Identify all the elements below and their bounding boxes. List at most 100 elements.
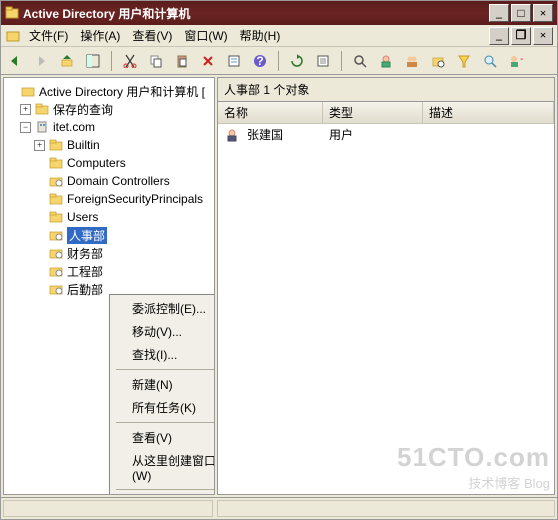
expand-icon[interactable]: +	[20, 104, 31, 115]
tree-saved-queries[interactable]: + 保存的查询	[6, 100, 212, 118]
status-cell-right	[217, 500, 555, 517]
expand-icon[interactable]: +	[34, 140, 45, 151]
ctx-delegate[interactable]: 委派控制(E)...	[112, 297, 215, 320]
find-objects-button[interactable]	[480, 51, 500, 71]
paste-button[interactable]	[172, 51, 192, 71]
column-headers: 名称 类型 描述	[218, 102, 554, 124]
window-title: Active Directory 用户和计算机	[23, 5, 489, 22]
menu-bar: 文件(F) 操作(A) 查看(V) 窗口(W) 帮助(H) _ ❐ ×	[1, 25, 557, 47]
mdi-close-button[interactable]: ×	[533, 27, 553, 45]
menu-action[interactable]: 操作(A)	[74, 25, 126, 46]
ctx-separator	[116, 422, 215, 423]
folder-icon	[48, 192, 64, 206]
export-list-button[interactable]	[313, 51, 333, 71]
tree-ou-eng[interactable]: 工程部	[6, 262, 212, 280]
list-pane: 人事部 1 个对象 名称 类型 描述 张建国 用户	[217, 77, 555, 495]
col-name[interactable]: 名称	[218, 102, 323, 123]
app-window: Active Directory 用户和计算机 _ □ × 文件(F) 操作(A…	[0, 0, 558, 520]
user-icon	[224, 128, 240, 142]
mdi-minimize-button[interactable]: _	[489, 27, 509, 45]
ctx-move[interactable]: 移动(V)...	[112, 320, 215, 343]
new-user-button[interactable]	[376, 51, 396, 71]
tree-ou-fin[interactable]: 财务部	[6, 244, 212, 262]
col-desc[interactable]: 描述	[423, 102, 554, 123]
help-button[interactable]: ?	[250, 51, 270, 71]
folder-icon	[48, 138, 64, 152]
ctx-all-tasks[interactable]: 所有任务(K)	[112, 396, 215, 419]
row-name: 张建国	[247, 126, 283, 143]
ctx-separator	[116, 489, 215, 490]
copy-button[interactable]	[146, 51, 166, 71]
refresh-button[interactable]	[287, 51, 307, 71]
filter-button[interactable]	[454, 51, 474, 71]
tree-domain[interactable]: − itet.com	[6, 118, 212, 136]
ou-icon	[48, 264, 64, 278]
status-bar	[1, 497, 557, 519]
ctx-view[interactable]: 查看(V)	[112, 426, 215, 449]
maximize-button[interactable]: □	[511, 4, 531, 22]
properties-button[interactable]	[224, 51, 244, 71]
delete-button[interactable]	[198, 51, 218, 71]
forward-button[interactable]	[31, 51, 51, 71]
ou-icon	[48, 282, 64, 296]
context-menu: 委派控制(E)... 移动(V)... 查找(I)... 新建(N) 所有任务(…	[109, 294, 215, 495]
tree-users[interactable]: Users	[6, 208, 212, 226]
tree-computers[interactable]: Computers	[6, 154, 212, 172]
ctx-new[interactable]: 新建(N)	[112, 373, 215, 396]
folder-icon	[48, 156, 64, 170]
tree-pane[interactable]: Active Directory 用户和计算机 [ + 保存的查询 − itet…	[3, 77, 215, 495]
new-group-button[interactable]	[402, 51, 422, 71]
list-row[interactable]: 张建国 用户	[218, 124, 554, 145]
ou-icon	[48, 228, 64, 242]
menu-file[interactable]: 文件(F)	[23, 25, 74, 46]
cut-button[interactable]	[120, 51, 140, 71]
find-button[interactable]	[350, 51, 370, 71]
minimize-button[interactable]: _	[489, 4, 509, 22]
tree-root[interactable]: Active Directory 用户和计算机 [	[6, 82, 212, 100]
show-tree-button[interactable]	[83, 51, 103, 71]
mmc-icon	[5, 28, 21, 44]
content-area: Active Directory 用户和计算机 [ + 保存的查询 − itet…	[1, 75, 557, 497]
row-type: 用户	[323, 126, 423, 143]
back-button[interactable]	[5, 51, 25, 71]
menu-view[interactable]: 查看(V)	[126, 25, 178, 46]
menu-window[interactable]: 窗口(W)	[178, 25, 233, 46]
tree-fsp[interactable]: ForeignSecurityPrincipals	[6, 190, 212, 208]
menu-help[interactable]: 帮助(H)	[234, 25, 287, 46]
new-ou-button[interactable]	[428, 51, 448, 71]
ou-icon	[48, 174, 64, 188]
svg-text:?: ?	[256, 54, 263, 68]
ctx-separator	[116, 369, 215, 370]
title-bar: Active Directory 用户和计算机 _ □ ×	[1, 1, 557, 25]
folder-icon	[48, 210, 64, 224]
close-button[interactable]: ×	[533, 4, 553, 22]
col-type[interactable]: 类型	[323, 102, 423, 123]
tree-ou-hr[interactable]: 人事部	[6, 226, 212, 244]
ctx-find[interactable]: 查找(I)...	[112, 343, 215, 366]
add-to-group-button[interactable]: +	[506, 51, 526, 71]
collapse-icon[interactable]: −	[20, 122, 31, 133]
ctx-new-window[interactable]: 从这里创建窗口(W)	[112, 449, 215, 486]
domain-icon	[34, 120, 50, 134]
list-grid[interactable]: 名称 类型 描述 张建国 用户	[217, 101, 555, 495]
svg-text:+: +	[520, 54, 523, 66]
toolbar-separator	[278, 51, 279, 71]
up-button[interactable]	[57, 51, 77, 71]
toolbar-separator	[111, 51, 112, 71]
window-controls: _ □ ×	[489, 4, 553, 22]
ou-icon	[48, 246, 64, 260]
toolbar: ? +	[1, 47, 557, 75]
mdi-restore-button[interactable]: ❐	[511, 27, 531, 45]
tree-root-label: Active Directory 用户和计算机 [	[39, 83, 205, 100]
list-header: 人事部 1 个对象	[217, 77, 555, 101]
tree-builtin[interactable]: + Builtin	[6, 136, 212, 154]
ctx-cut[interactable]: 剪切(T)	[112, 493, 215, 495]
tree-domain-controllers[interactable]: Domain Controllers	[6, 172, 212, 190]
ad-icon	[20, 84, 36, 98]
app-icon	[5, 6, 19, 20]
row-desc	[423, 126, 435, 143]
mdi-child-controls: _ ❐ ×	[489, 27, 553, 45]
folder-icon	[34, 102, 50, 116]
status-cell-left	[3, 500, 213, 517]
toolbar-separator	[341, 51, 342, 71]
